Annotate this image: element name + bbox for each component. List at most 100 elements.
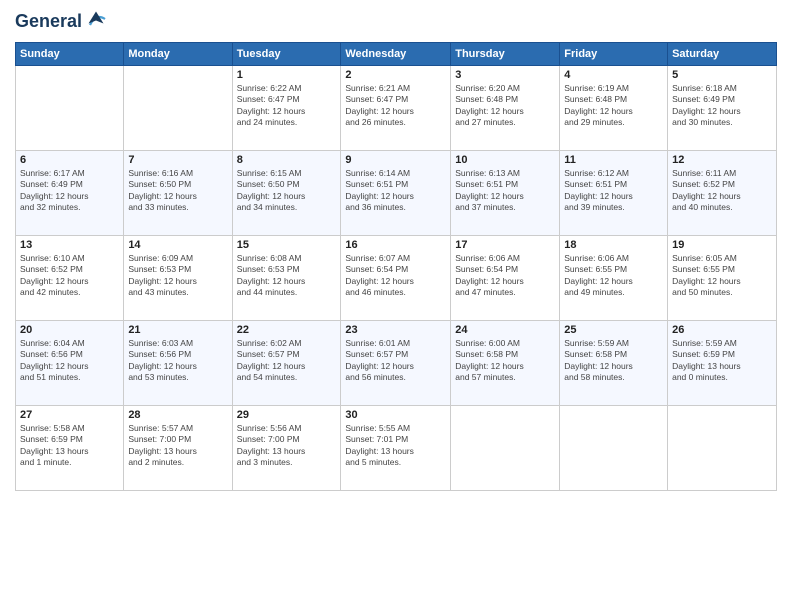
- calendar-cell: 15Sunrise: 6:08 AMSunset: 6:53 PMDayligh…: [232, 236, 341, 321]
- day-info: Sunrise: 6:20 AMSunset: 6:48 PMDaylight:…: [455, 83, 555, 129]
- calendar-cell: 25 Sunrise: 5:59 AMSunset: 6:58 PMDayligh…: [560, 321, 668, 406]
- calendar-cell: 19 Sunrise: 6:05 AMSunset: 6:55 PMDayligh…: [668, 236, 777, 321]
- day-info: Sunrise: 6:14 AMSunset: 6:51 PMDaylight:…: [345, 168, 446, 214]
- calendar-cell: 8 Sunrise: 6:15 AMSunset: 6:50 PMDaylight…: [232, 151, 341, 236]
- day-info: Sunrise: 6:10 AMSunset: 6:52 PMDaylight:…: [20, 253, 119, 299]
- day-number: 27: [20, 409, 119, 421]
- calendar-cell: 9 Sunrise: 6:14 AMSunset: 6:51 PMDaylight…: [341, 151, 451, 236]
- day-info: Sunrise: 5:55 AMSunset: 7:01 PMDaylight:…: [345, 423, 446, 469]
- calendar-week-4: 20Sunrise: 6:04 AMSunset: 6:56 PMDayligh…: [16, 321, 777, 406]
- day-number: 26: [672, 324, 772, 336]
- weekday-row: SundayMondayTuesdayWednesdayThursdayFrid…: [16, 43, 777, 66]
- day-number: 30: [345, 409, 446, 421]
- calendar-cell: 14Sunrise: 6:09 AMSunset: 6:53 PMDayligh…: [124, 236, 232, 321]
- day-info: Sunrise: 6:04 AMSunset: 6:56 PMDaylight:…: [20, 338, 119, 384]
- day-number: 14: [128, 239, 227, 251]
- calendar-week-1: 1 Sunrise: 6:22 AMSunset: 6:47 PMDaylight…: [16, 66, 777, 151]
- calendar-cell: [16, 66, 124, 151]
- day-number: 5: [672, 69, 772, 81]
- calendar-cell: 3 Sunrise: 6:20 AMSunset: 6:48 PMDaylight…: [451, 66, 560, 151]
- calendar-cell: 20Sunrise: 6:04 AMSunset: 6:56 PMDayligh…: [16, 321, 124, 406]
- day-number: 3: [455, 69, 555, 81]
- day-number: 13: [20, 239, 119, 251]
- day-number: 21: [128, 324, 227, 336]
- day-number: 12: [672, 154, 772, 166]
- day-info: Sunrise: 5:57 AMSunset: 7:00 PMDaylight:…: [128, 423, 227, 469]
- day-info: Sunrise: 6:00 AMSunset: 6:58 PMDaylight:…: [455, 338, 555, 384]
- day-info: Sunrise: 6:17 AMSunset: 6:49 PMDaylight:…: [20, 168, 119, 214]
- calendar-cell: [124, 66, 232, 151]
- day-number: 22: [237, 324, 337, 336]
- calendar-cell: 21 Sunrise: 6:03 AMSunset: 6:56 PMDayligh…: [124, 321, 232, 406]
- day-number: 17: [455, 239, 555, 251]
- day-number: 6: [20, 154, 119, 166]
- day-number: 4: [564, 69, 663, 81]
- calendar: SundayMondayTuesdayWednesdayThursdayFrid…: [15, 42, 777, 491]
- header: General: [15, 10, 777, 34]
- logo-text: General: [15, 10, 108, 34]
- weekday-header-saturday: Saturday: [668, 43, 777, 66]
- day-info: Sunrise: 6:11 AMSunset: 6:52 PMDaylight:…: [672, 168, 772, 214]
- day-number: 18: [564, 239, 663, 251]
- calendar-cell: 4 Sunrise: 6:19 AMSunset: 6:48 PMDaylight…: [560, 66, 668, 151]
- day-number: 8: [237, 154, 337, 166]
- calendar-cell: 22Sunrise: 6:02 AMSunset: 6:57 PMDayligh…: [232, 321, 341, 406]
- day-info: Sunrise: 6:12 AMSunset: 6:51 PMDaylight:…: [564, 168, 663, 214]
- day-info: Sunrise: 6:03 AMSunset: 6:56 PMDaylight:…: [128, 338, 227, 384]
- calendar-week-2: 6 Sunrise: 6:17 AMSunset: 6:49 PMDaylight…: [16, 151, 777, 236]
- day-number: 1: [237, 69, 337, 81]
- calendar-cell: 27 Sunrise: 5:58 AMSunset: 6:59 PMDayligh…: [16, 406, 124, 491]
- day-info: Sunrise: 6:01 AMSunset: 6:57 PMDaylight:…: [345, 338, 446, 384]
- day-info: Sunrise: 6:21 AMSunset: 6:47 PMDaylight:…: [345, 83, 446, 129]
- calendar-cell: 18Sunrise: 6:06 AMSunset: 6:55 PMDayligh…: [560, 236, 668, 321]
- day-number: 16: [345, 239, 446, 251]
- calendar-cell: 24 Sunrise: 6:00 AMSunset: 6:58 PMDayligh…: [451, 321, 560, 406]
- day-info: Sunrise: 5:59 AMSunset: 6:58 PMDaylight:…: [564, 338, 663, 384]
- calendar-cell: 6 Sunrise: 6:17 AMSunset: 6:49 PMDaylight…: [16, 151, 124, 236]
- day-info: Sunrise: 6:13 AMSunset: 6:51 PMDaylight:…: [455, 168, 555, 214]
- calendar-cell: 28 Sunrise: 5:57 AMSunset: 7:00 PMDayligh…: [124, 406, 232, 491]
- day-info: Sunrise: 6:15 AMSunset: 6:50 PMDaylight:…: [237, 168, 337, 214]
- page: General SundayMondayTuesdayWednesdayThur…: [0, 0, 792, 612]
- day-number: 24: [455, 324, 555, 336]
- calendar-cell: 30 Sunrise: 5:55 AMSunset: 7:01 PMDayligh…: [341, 406, 451, 491]
- calendar-cell: 2 Sunrise: 6:21 AMSunset: 6:47 PMDaylight…: [341, 66, 451, 151]
- calendar-week-3: 13 Sunrise: 6:10 AMSunset: 6:52 PMDayligh…: [16, 236, 777, 321]
- day-number: 28: [128, 409, 227, 421]
- weekday-header-wednesday: Wednesday: [341, 43, 451, 66]
- day-info: Sunrise: 5:56 AMSunset: 7:00 PMDaylight:…: [237, 423, 337, 469]
- day-number: 29: [237, 409, 337, 421]
- calendar-cell: 26 Sunrise: 5:59 AMSunset: 6:59 PMDayligh…: [668, 321, 777, 406]
- calendar-cell: [668, 406, 777, 491]
- day-number: 23: [345, 324, 446, 336]
- day-number: 25: [564, 324, 663, 336]
- calendar-week-5: 27 Sunrise: 5:58 AMSunset: 6:59 PMDayligh…: [16, 406, 777, 491]
- calendar-header: SundayMondayTuesdayWednesdayThursdayFrid…: [16, 43, 777, 66]
- day-number: 9: [345, 154, 446, 166]
- calendar-cell: [560, 406, 668, 491]
- day-number: 11: [564, 154, 663, 166]
- weekday-header-monday: Monday: [124, 43, 232, 66]
- day-number: 2: [345, 69, 446, 81]
- day-info: Sunrise: 6:16 AMSunset: 6:50 PMDaylight:…: [128, 168, 227, 214]
- calendar-cell: 13 Sunrise: 6:10 AMSunset: 6:52 PMDayligh…: [16, 236, 124, 321]
- day-info: Sunrise: 6:06 AMSunset: 6:54 PMDaylight:…: [455, 253, 555, 299]
- day-info: Sunrise: 6:05 AMSunset: 6:55 PMDaylight:…: [672, 253, 772, 299]
- day-info: Sunrise: 6:22 AMSunset: 6:47 PMDaylight:…: [237, 83, 337, 129]
- day-info: Sunrise: 5:58 AMSunset: 6:59 PMDaylight:…: [20, 423, 119, 469]
- calendar-cell: [451, 406, 560, 491]
- calendar-cell: 17 Sunrise: 6:06 AMSunset: 6:54 PMDayligh…: [451, 236, 560, 321]
- day-info: Sunrise: 5:59 AMSunset: 6:59 PMDaylight:…: [672, 338, 772, 384]
- day-info: Sunrise: 6:18 AMSunset: 6:49 PMDaylight:…: [672, 83, 772, 129]
- calendar-cell: 10Sunrise: 6:13 AMSunset: 6:51 PMDayligh…: [451, 151, 560, 236]
- calendar-cell: 1 Sunrise: 6:22 AMSunset: 6:47 PMDaylight…: [232, 66, 341, 151]
- logo: General: [15, 10, 108, 34]
- day-info: Sunrise: 6:19 AMSunset: 6:48 PMDaylight:…: [564, 83, 663, 129]
- weekday-header-friday: Friday: [560, 43, 668, 66]
- day-info: Sunrise: 6:07 AMSunset: 6:54 PMDaylight:…: [345, 253, 446, 299]
- weekday-header-thursday: Thursday: [451, 43, 560, 66]
- calendar-cell: 16 Sunrise: 6:07 AMSunset: 6:54 PMDayligh…: [341, 236, 451, 321]
- day-number: 19: [672, 239, 772, 251]
- weekday-header-tuesday: Tuesday: [232, 43, 341, 66]
- calendar-body: 1 Sunrise: 6:22 AMSunset: 6:47 PMDaylight…: [16, 66, 777, 491]
